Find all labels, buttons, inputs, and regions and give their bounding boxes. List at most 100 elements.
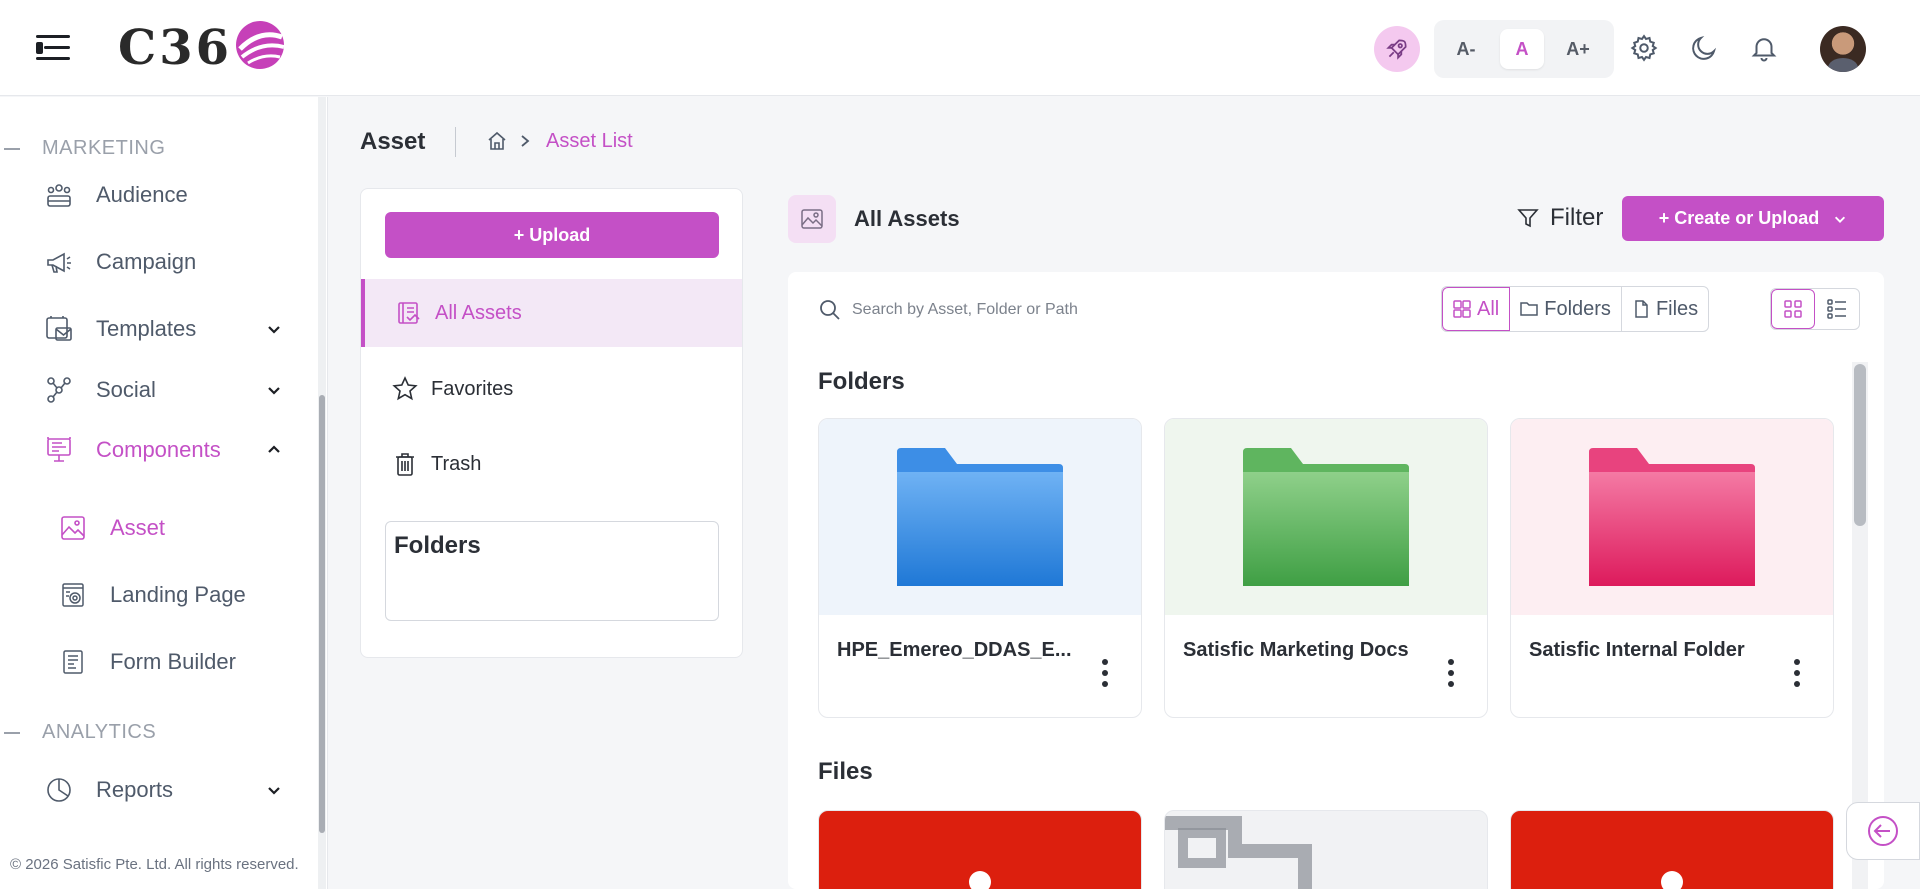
list-view-icon[interactable] bbox=[1815, 289, 1859, 329]
more-options-icon[interactable] bbox=[1447, 659, 1455, 687]
sidebar-item-audience[interactable]: Audience bbox=[0, 170, 300, 220]
hamburger-icon[interactable] bbox=[36, 33, 70, 63]
breadcrumb-divider bbox=[455, 127, 456, 157]
type-filter-segments: All Folders Files bbox=[1441, 286, 1710, 332]
social-icon bbox=[47, 377, 71, 403]
content-scrollbar-thumb[interactable] bbox=[1854, 364, 1866, 526]
file-card[interactable] bbox=[1164, 810, 1488, 889]
file-thumbnail bbox=[969, 871, 991, 889]
arrow-left-circle-icon bbox=[1868, 816, 1898, 846]
template-icon bbox=[46, 316, 72, 341]
audience-icon bbox=[47, 184, 71, 207]
image-icon bbox=[788, 195, 836, 243]
more-options-icon[interactable] bbox=[1101, 659, 1109, 687]
bell-icon[interactable] bbox=[1744, 28, 1784, 68]
filter-label: Filter bbox=[1550, 204, 1604, 231]
grid-view-icon[interactable] bbox=[1771, 289, 1815, 329]
create-or-upload-button[interactable]: + Create or Upload bbox=[1622, 196, 1884, 241]
asset-nav-panel: + Upload All Assets Favorites Trash Fold… bbox=[360, 188, 743, 658]
logo-globe-icon bbox=[236, 21, 285, 69]
nav-all-assets[interactable]: All Assets bbox=[361, 279, 742, 347]
file-icon bbox=[1635, 300, 1648, 318]
folder-icon bbox=[1243, 448, 1409, 586]
sidebar-item-form-builder[interactable]: Form Builder bbox=[0, 637, 300, 687]
sidebar: MARKETING Audience Campaign Templates So… bbox=[0, 97, 328, 889]
rocket-icon[interactable] bbox=[1374, 26, 1420, 72]
section-title: All Assets bbox=[854, 206, 960, 231]
sidebar-item-templates[interactable]: Templates bbox=[0, 304, 300, 354]
sidebar-section-analytics: ANALYTICS bbox=[0, 721, 300, 745]
search-icon bbox=[820, 300, 840, 320]
more-options-icon[interactable] bbox=[1793, 659, 1801, 687]
segment-all[interactable]: All bbox=[1442, 287, 1511, 331]
home-icon[interactable] bbox=[486, 130, 508, 152]
file-card[interactable] bbox=[1510, 810, 1834, 889]
collapse-panel-button[interactable] bbox=[1846, 802, 1920, 860]
folder-card[interactable]: Satisfic Marketing Docs bbox=[1164, 418, 1488, 718]
font-size-controls: A- A A+ bbox=[1434, 20, 1614, 78]
view-toggle bbox=[1770, 288, 1860, 330]
folder-thumbnail bbox=[1511, 419, 1833, 615]
sidebar-scrollbar-thumb[interactable] bbox=[319, 395, 325, 833]
file-card[interactable] bbox=[818, 810, 1142, 889]
chevron-down-icon[interactable] bbox=[266, 321, 282, 337]
logo-text: C36 bbox=[118, 20, 232, 76]
top-bar: C36 A- A A+ bbox=[0, 0, 1920, 96]
search-input[interactable] bbox=[852, 292, 1352, 328]
font-default-button[interactable]: A bbox=[1500, 29, 1544, 69]
font-increase-button[interactable]: A+ bbox=[1556, 29, 1600, 69]
chevron-down-icon[interactable] bbox=[266, 382, 282, 398]
form-icon bbox=[63, 650, 83, 674]
star-icon bbox=[392, 376, 418, 401]
segment-files[interactable]: Files bbox=[1622, 287, 1708, 331]
font-decrease-button[interactable]: A- bbox=[1444, 29, 1488, 69]
files-heading: Files bbox=[818, 758, 873, 785]
filter-icon bbox=[1517, 209, 1539, 228]
sidebar-item-components[interactable]: Components bbox=[0, 425, 300, 475]
folder-name: Satisfic Marketing Docs bbox=[1183, 639, 1409, 661]
copyright-text: © 2026 Satisfic Pte. Ltd. All rights res… bbox=[10, 856, 299, 873]
folder-card[interactable]: Satisfic Internal Folder bbox=[1510, 418, 1834, 718]
sidebar-item-reports[interactable]: Reports bbox=[0, 765, 300, 815]
sidebar-item-social[interactable]: Social bbox=[0, 365, 300, 415]
moon-icon[interactable] bbox=[1684, 28, 1724, 68]
logo[interactable]: C36 bbox=[118, 18, 286, 78]
folders-tree-box: Folders bbox=[385, 521, 719, 621]
sidebar-item-asset[interactable]: Asset bbox=[0, 503, 300, 553]
gear-icon[interactable] bbox=[1624, 28, 1664, 68]
breadcrumb-current[interactable]: Asset List bbox=[546, 130, 633, 153]
sidebar-item-campaign[interactable]: Campaign bbox=[0, 237, 300, 287]
page-title: Asset bbox=[360, 128, 426, 155]
segment-folders[interactable]: Folders bbox=[1510, 287, 1622, 331]
chevron-down-icon bbox=[1835, 216, 1846, 223]
nav-trash[interactable]: Trash bbox=[361, 430, 742, 498]
folder-icon bbox=[1520, 302, 1538, 316]
folders-heading: Folders bbox=[818, 368, 905, 395]
sidebar-item-landing-page[interactable]: Landing Page bbox=[0, 570, 300, 620]
file-thumbnail bbox=[1661, 871, 1683, 889]
landing-page-icon bbox=[62, 583, 84, 607]
filter-button[interactable]: Filter bbox=[1516, 200, 1603, 236]
folder-thumbnail bbox=[1165, 419, 1487, 615]
chart-pie-icon bbox=[47, 778, 71, 802]
avatar[interactable] bbox=[1820, 26, 1866, 72]
assets-icon bbox=[398, 302, 420, 324]
folder-name: HPE_Emereo_DDAS_E... bbox=[837, 639, 1072, 661]
upload-button[interactable]: + Upload bbox=[385, 212, 719, 258]
chevron-up-icon[interactable] bbox=[266, 442, 282, 458]
folder-thumbnail bbox=[819, 419, 1141, 615]
folder-icon bbox=[897, 448, 1063, 586]
megaphone-icon bbox=[47, 252, 71, 273]
chevron-down-icon[interactable] bbox=[266, 782, 282, 798]
grid-icon bbox=[1453, 300, 1471, 318]
nav-favorites[interactable]: Favorites bbox=[361, 355, 742, 423]
folder-icon bbox=[1589, 448, 1755, 586]
assets-content-panel: All Folders Files Folders bbox=[788, 272, 1884, 889]
create-label: + Create or Upload bbox=[1658, 208, 1820, 228]
folder-card[interactable]: HPE_Emereo_DDAS_E... bbox=[818, 418, 1142, 718]
folders-tree-title: Folders bbox=[394, 532, 481, 559]
folder-name: Satisfic Internal Folder bbox=[1529, 639, 1745, 661]
components-icon bbox=[47, 437, 71, 462]
chevron-right-icon bbox=[521, 135, 530, 147]
sidebar-section-marketing: MARKETING bbox=[0, 137, 300, 161]
